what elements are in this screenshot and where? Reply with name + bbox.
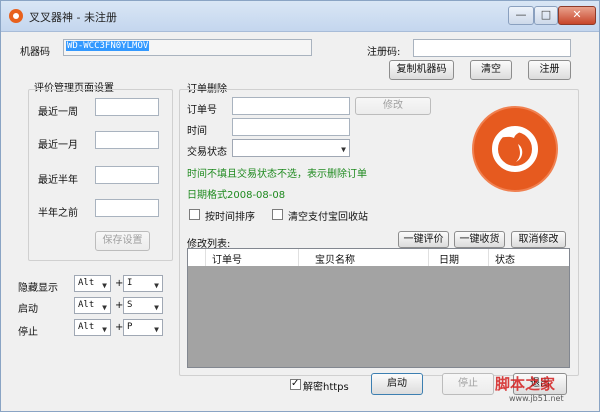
- stop-button[interactable]: 停止: [442, 373, 494, 395]
- dropdown-arrow-icon: ▼: [102, 325, 107, 334]
- title-bar: 叉叉器神 - 未注册 — □ ✕: [1, 1, 599, 32]
- review-row-label: 最近一周: [38, 107, 78, 118]
- cancel-modify-button[interactable]: 取消修改: [511, 231, 566, 248]
- machine-code-value: WD-WCC3FN0YLMOV: [66, 41, 150, 51]
- review-month-input[interactable]: [95, 131, 159, 149]
- hotkey-hide-modifier-select[interactable]: Alt ▼: [74, 275, 111, 292]
- one-click-receive-button[interactable]: 一键收货: [454, 231, 505, 248]
- copy-machine-code-button[interactable]: 复制机器码: [389, 60, 454, 80]
- hotkey-key-value: P: [127, 322, 133, 332]
- decrypt-https-checkbox[interactable]: ✓: [290, 378, 301, 390]
- watermark-text: 脚本之家: [495, 375, 556, 393]
- hotkey-stop-key-select[interactable]: P ▼: [123, 319, 163, 336]
- modify-list-table[interactable]: 订单号 宝贝名称 日期 状态: [187, 248, 570, 368]
- dropdown-arrow-icon: ▼: [154, 281, 159, 290]
- hotkey-label: 启动: [18, 304, 38, 315]
- trade-status-label: 交易状态: [187, 147, 227, 158]
- column-separator: [488, 249, 489, 266]
- review-row-label: 最近半年: [38, 175, 78, 186]
- modify-button[interactable]: 修改: [355, 97, 431, 115]
- review-row-label: 最近一月: [38, 140, 78, 151]
- dropdown-arrow-icon: ▼: [341, 145, 346, 154]
- order-number-label: 订单号: [187, 105, 217, 116]
- hotkey-start-key-select[interactable]: S ▼: [123, 297, 163, 314]
- window-title: 叉叉器神 - 未注册: [29, 11, 117, 24]
- register-code-label: 注册码:: [367, 47, 401, 58]
- time-label: 时间: [187, 126, 207, 137]
- sort-by-time-checkbox[interactable]: [189, 209, 200, 220]
- hotkey-modifier-value: Alt: [78, 278, 95, 288]
- clear-recycle-bin-label: 清空支付宝回收站: [288, 212, 368, 223]
- hotkey-modifier-value: Alt: [78, 322, 95, 332]
- column-separator: [205, 249, 206, 266]
- hotkey-key-value: S: [127, 300, 133, 310]
- sort-by-time-label: 按时间排序: [205, 212, 255, 223]
- review-week-input[interactable]: [95, 98, 159, 116]
- close-button[interactable]: ✕: [558, 6, 596, 25]
- register-button[interactable]: 注册: [528, 60, 571, 80]
- trade-status-select[interactable]: ▼: [232, 139, 350, 157]
- clear-recycle-bin-checkbox[interactable]: [272, 209, 283, 220]
- start-button[interactable]: 启动: [371, 373, 423, 395]
- table-body: [188, 266, 569, 367]
- checkmark-icon: ✓: [291, 378, 300, 389]
- firefox-logo-graphic: [492, 126, 538, 172]
- machine-code-field[interactable]: WD-WCC3FN0YLMOV: [63, 39, 312, 56]
- time-input[interactable]: [232, 118, 350, 136]
- column-header-status[interactable]: 状态: [495, 251, 515, 266]
- clear-button[interactable]: 清空: [470, 60, 512, 80]
- main-window: 叉叉器神 - 未注册 — □ ✕ 机器码 WD-WCC3FN0YLMOV 注册码…: [0, 0, 600, 412]
- hotkey-stop-modifier-select[interactable]: Alt ▼: [74, 319, 111, 336]
- dropdown-arrow-icon: ▼: [102, 303, 107, 312]
- column-header-order-no[interactable]: 订单号: [212, 251, 242, 266]
- register-code-input[interactable]: [413, 39, 571, 57]
- review-before-halfyear-input[interactable]: [95, 199, 159, 217]
- watermark-url: www.jb51.net: [509, 394, 564, 403]
- date-format-hint: 日期格式2008-08-08: [187, 190, 286, 201]
- delete-hint-text: 时间不填且交易状态不选，表示删除订单: [187, 169, 367, 180]
- hotkey-modifier-value: Alt: [78, 300, 95, 310]
- dropdown-arrow-icon: ▼: [154, 303, 159, 312]
- column-separator: [298, 249, 299, 266]
- review-halfyear-input[interactable]: [95, 166, 159, 184]
- column-header-date[interactable]: 日期: [439, 251, 459, 266]
- one-click-review-button[interactable]: 一键评价: [398, 231, 449, 248]
- table-header: 订单号 宝贝名称 日期 状态: [188, 249, 569, 267]
- app-icon: [9, 9, 23, 23]
- order-number-input[interactable]: [232, 97, 350, 115]
- hotkey-label: 隐藏显示: [18, 283, 58, 294]
- dropdown-arrow-icon: ▼: [154, 325, 159, 334]
- column-separator: [428, 249, 429, 266]
- decrypt-https-label: 解密https: [303, 382, 349, 393]
- machine-code-label: 机器码: [20, 47, 50, 58]
- dropdown-arrow-icon: ▼: [102, 281, 107, 290]
- column-header-item-name[interactable]: 宝贝名称: [315, 251, 355, 266]
- firefox-logo-icon: [472, 106, 558, 192]
- hotkey-hide-key-select[interactable]: I ▼: [123, 275, 163, 292]
- save-settings-button[interactable]: 保存设置: [95, 231, 150, 251]
- minimize-button[interactable]: —: [508, 6, 534, 25]
- hotkey-start-modifier-select[interactable]: Alt ▼: [74, 297, 111, 314]
- maximize-button[interactable]: □: [534, 6, 558, 25]
- review-row-label: 半年之前: [38, 208, 78, 219]
- hotkey-key-value: I: [127, 278, 133, 288]
- hotkey-label: 停止: [18, 327, 38, 338]
